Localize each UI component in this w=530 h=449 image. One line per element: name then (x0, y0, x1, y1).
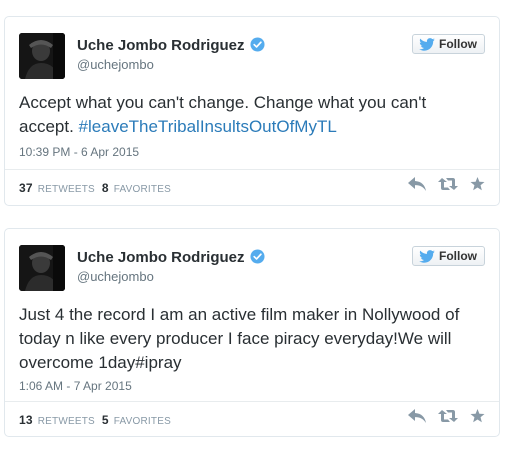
follow-button[interactable]: Follow (412, 246, 485, 266)
twitter-bird-icon (419, 249, 435, 263)
display-name[interactable]: Uche Jombo Rodriguez (77, 37, 265, 54)
timestamp[interactable]: 10:39 PM - 6 Apr 2015 (19, 145, 139, 159)
user-handle[interactable]: @uchejombo (77, 269, 154, 284)
favorite-label: FAVORITES (113, 184, 171, 195)
favorite-count[interactable]: 5 (102, 413, 109, 427)
user-handle[interactable]: @uchejombo (77, 57, 154, 72)
avatar[interactable] (19, 33, 65, 79)
avatar[interactable] (19, 245, 65, 291)
retweet-count[interactable]: 13 (19, 413, 33, 427)
divider (5, 401, 499, 402)
follow-button[interactable]: Follow (412, 34, 485, 54)
verified-badge-icon (249, 37, 265, 52)
retweet-label: RETWEETS (37, 184, 95, 195)
reply-icon[interactable] (408, 409, 426, 423)
tweet-text: Just 4 the record I am an active film ma… (19, 303, 485, 375)
tweet-stats: 13 RETWEETS 5 FAVORITES (19, 413, 171, 427)
follow-label: Follow (439, 249, 477, 263)
tweet-actions (408, 409, 485, 423)
tweet-card: Uche Jombo Rodriguez @uchejombo Follow A… (4, 16, 500, 206)
hashtag-link[interactable]: #leaveTheTribalInsultsOutOfMyTL (79, 117, 337, 136)
favorite-count[interactable]: 8 (102, 181, 109, 195)
favorite-star-icon[interactable] (470, 409, 485, 423)
display-name-text[interactable]: Uche Jombo Rodriguez (77, 37, 245, 54)
twitter-bird-icon (419, 37, 435, 51)
retweet-label: RETWEETS (37, 416, 95, 427)
tweet-card: Uche Jombo Rodriguez @uchejombo Follow J… (4, 228, 500, 437)
retweet-icon[interactable] (438, 409, 458, 423)
tweet-body: Just 4 the record I am an active film ma… (19, 305, 460, 372)
retweet-icon[interactable] (438, 177, 458, 191)
follow-label: Follow (439, 37, 477, 51)
tweet-actions (408, 177, 485, 191)
display-name-text[interactable]: Uche Jombo Rodriguez (77, 249, 245, 266)
display-name[interactable]: Uche Jombo Rodriguez (77, 249, 265, 266)
tweet-stats: 37 RETWEETS 8 FAVORITES (19, 181, 171, 195)
verified-badge-icon (249, 249, 265, 264)
divider (5, 169, 499, 170)
reply-icon[interactable] (408, 177, 426, 191)
favorite-label: FAVORITES (113, 416, 171, 427)
timestamp[interactable]: 1:06 AM - 7 Apr 2015 (19, 379, 132, 393)
favorite-star-icon[interactable] (470, 177, 485, 191)
tweet-text: Accept what you can't change. Change wha… (19, 91, 485, 139)
retweet-count[interactable]: 37 (19, 181, 33, 195)
